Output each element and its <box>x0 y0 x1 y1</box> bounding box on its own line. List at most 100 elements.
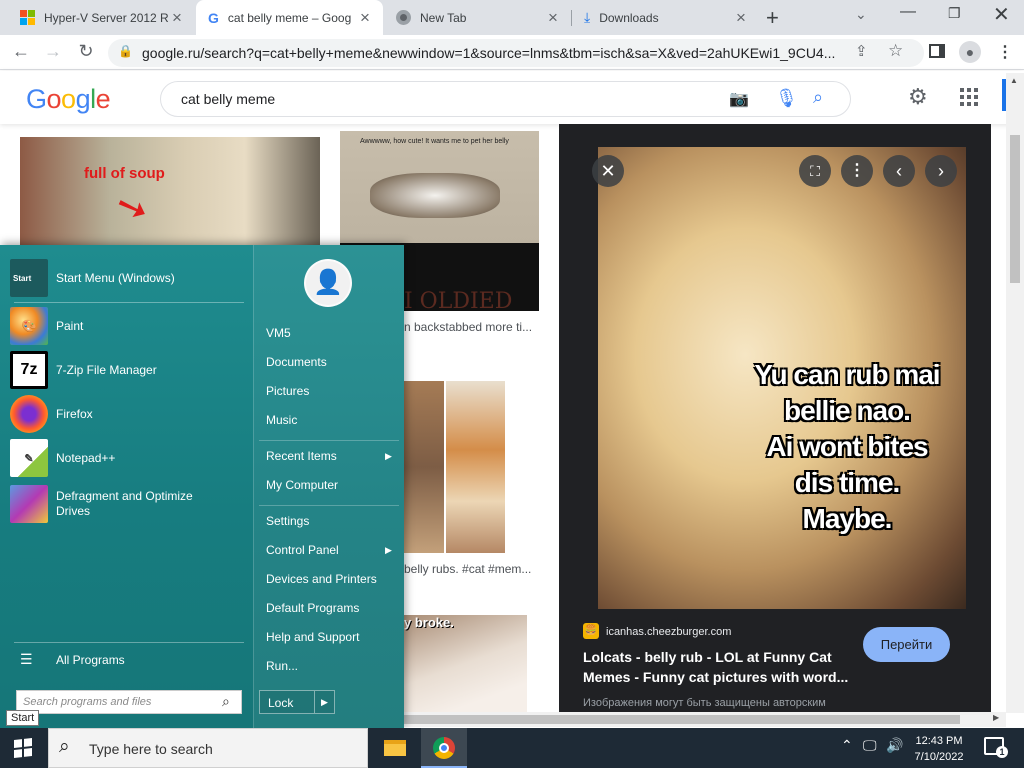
meme-line: Yu can rub mai <box>754 359 940 390</box>
tab-title: Hyper-V Server 2012 R <box>44 10 169 25</box>
tab-hyperv[interactable]: Hyper-V Server 2012 R × <box>8 0 195 35</box>
lock-options-arrow-icon[interactable]: ▶ <box>314 691 334 713</box>
search-input[interactable]: cat belly meme <box>181 91 275 107</box>
image-result-cat-orange-left[interactable] <box>404 381 444 553</box>
image-result-full-of-soup[interactable]: full of soup ➘ <box>20 137 320 245</box>
right-link-help-support[interactable]: Help and Support <box>266 630 359 644</box>
result-caption[interactable]: belly rubs. #cat #mem... <box>404 562 544 576</box>
microphone-icon[interactable]: 🎙 <box>775 88 798 109</box>
notification-badge: 1 <box>996 746 1008 758</box>
scroll-up-arrow-icon[interactable]: ▲ <box>1010 76 1018 85</box>
right-link-my-computer[interactable]: My Computer <box>266 478 338 492</box>
tab-new-tab[interactable]: New Tab × <box>384 0 571 35</box>
search-placeholder: Search programs and files <box>23 696 152 708</box>
share-icon[interactable]: ⇪ <box>855 42 868 60</box>
right-link-documents[interactable]: Documents <box>266 355 327 369</box>
taskbar-chrome[interactable] <box>421 728 467 768</box>
search-icon[interactable]: ⌕ <box>813 87 823 108</box>
close-tab-icon[interactable]: × <box>357 8 373 28</box>
back-icon[interactable]: ← <box>10 41 32 62</box>
visit-button[interactable]: Перейти <box>863 627 950 662</box>
show-hidden-icons-icon[interactable]: ⌃ <box>841 737 853 754</box>
program-start-menu[interactable]: Start Start Menu (Windows) <box>10 257 246 299</box>
search-box[interactable]: cat belly meme 📷 🎙 ⌕ <box>160 81 851 117</box>
result-title[interactable]: Lolcats - belly rub - LOL at Funny Cat M… <box>583 647 863 687</box>
close-tab-icon[interactable]: × <box>545 8 561 28</box>
close-preview-icon[interactable]: ✕ <box>592 155 624 187</box>
network-icon[interactable]: 🖵 <box>863 737 877 754</box>
volume-icon[interactable]: 🔊 <box>886 737 903 754</box>
settings-gear-icon[interactable]: ⚙ <box>908 84 928 110</box>
search-icon[interactable]: ⌕ <box>222 693 230 710</box>
windows-start-button[interactable] <box>14 738 32 758</box>
result-caption[interactable]: n backstabbed more ti... <box>404 320 544 334</box>
address-bar[interactable]: 🔒 google.ru/search?q=cat+belly+meme&neww… <box>108 39 924 67</box>
paint-icon: 🎨 <box>10 307 48 345</box>
apps-grid-icon[interactable] <box>960 88 978 106</box>
meme-line: Ai wont bites <box>766 431 928 462</box>
more-options-icon[interactable]: ⋮ <box>841 155 873 187</box>
right-link-recent-items[interactable]: Recent Items <box>266 449 337 463</box>
bookmark-star-icon[interactable]: ☆ <box>888 41 903 61</box>
taskbar-search-box[interactable]: ⌕ Type here to search <box>48 728 368 768</box>
tab-cat-belly-meme[interactable]: G cat belly meme – Goog × <box>196 0 383 35</box>
clock[interactable]: 12:43 PM 7/10/2022 <box>907 733 971 765</box>
start-menu-icon: Start <box>10 259 48 297</box>
image-result-broke[interactable]: y broke. <box>404 615 527 712</box>
all-programs-button[interactable]: All Programs <box>56 653 125 667</box>
image-result-cat-orange-right[interactable] <box>446 381 505 553</box>
previous-image-icon[interactable]: ‹ <box>883 155 915 187</box>
camera-icon[interactable]: 📷 <box>729 89 749 109</box>
notepadpp-icon: ✎ <box>10 439 48 477</box>
url-text[interactable]: google.ru/search?q=cat+belly+meme&newwin… <box>142 45 842 61</box>
vertical-scrollbar[interactable]: ▲ <box>1006 73 1024 713</box>
profile-avatar-icon[interactable]: ● <box>959 41 981 63</box>
scroll-right-arrow-icon[interactable]: ▶ <box>993 713 999 722</box>
side-panel-icon[interactable] <box>929 44 945 58</box>
meme-line: Maybe. <box>802 503 893 534</box>
user-avatar-icon[interactable]: 👤 <box>304 259 352 307</box>
right-link-control-panel[interactable]: Control Panel <box>266 543 339 557</box>
start-search-input[interactable]: Search programs and files ⌕ <box>16 690 242 714</box>
lock-button[interactable]: Lock ▶ <box>259 690 335 714</box>
program-7zip[interactable]: 7z 7-Zip File Manager <box>10 349 246 391</box>
minimize-button[interactable]: — <box>900 3 916 21</box>
right-link-pictures[interactable]: Pictures <box>266 384 309 398</box>
google-logo[interactable]: Google <box>26 84 111 115</box>
right-link-vm5[interactable]: VM5 <box>266 326 291 340</box>
close-tab-icon[interactable]: × <box>169 8 185 28</box>
program-notepadpp[interactable]: ✎ Notepad++ <box>10 437 246 479</box>
tab-downloads[interactable]: ⤓ Downloads × <box>572 0 759 35</box>
scroll-thumb[interactable] <box>404 715 960 724</box>
restore-button[interactable]: ❐ <box>948 5 961 22</box>
program-label: Firefox <box>56 407 93 421</box>
close-window-button[interactable]: ✕ <box>993 2 1010 27</box>
source-domain[interactable]: icanhas.cheezburger.com <box>606 626 731 638</box>
close-tab-icon[interactable]: × <box>733 8 749 28</box>
right-link-default-programs[interactable]: Default Programs <box>266 601 359 615</box>
tab-title: cat belly meme – Goog <box>227 10 352 25</box>
scroll-thumb[interactable] <box>1010 135 1020 283</box>
right-link-run[interactable]: Run... <box>266 659 298 673</box>
reload-icon[interactable]: ↻ <box>75 41 97 62</box>
tab-search-chevron-icon[interactable]: ⌄ <box>855 6 867 23</box>
image-result-pet-her-belly[interactable]: Awwwww, how cute! It wants me to pet her… <box>340 131 539 243</box>
new-tab-button[interactable]: + <box>766 5 779 31</box>
program-defrag[interactable]: Defragment and Optimize Drives <box>10 482 246 526</box>
next-image-icon[interactable]: › <box>925 155 957 187</box>
lock-icon[interactable]: 🔒 <box>118 44 133 58</box>
taskbar-file-explorer[interactable] <box>376 728 416 768</box>
program-firefox[interactable]: Firefox <box>10 393 246 435</box>
lens-search-icon[interactable]: ⛶ <box>799 155 831 187</box>
right-link-devices-printers[interactable]: Devices and Printers <box>266 572 377 586</box>
lock-label: Lock <box>268 696 294 710</box>
preview-image[interactable]: Yu can rub mai bellie nao. Ai wont bites… <box>598 147 966 609</box>
right-link-settings[interactable]: Settings <box>266 514 309 528</box>
notification-center-icon[interactable]: 1 <box>984 737 1008 758</box>
clock-time: 12:43 PM <box>915 735 963 747</box>
meme-line: dis time. <box>794 467 901 498</box>
program-paint[interactable]: 🎨 Paint <box>10 305 246 347</box>
forward-icon[interactable]: → <box>42 41 64 62</box>
right-link-music[interactable]: Music <box>266 413 297 427</box>
menu-kebab-icon[interactable]: ⋮ <box>997 42 1013 62</box>
